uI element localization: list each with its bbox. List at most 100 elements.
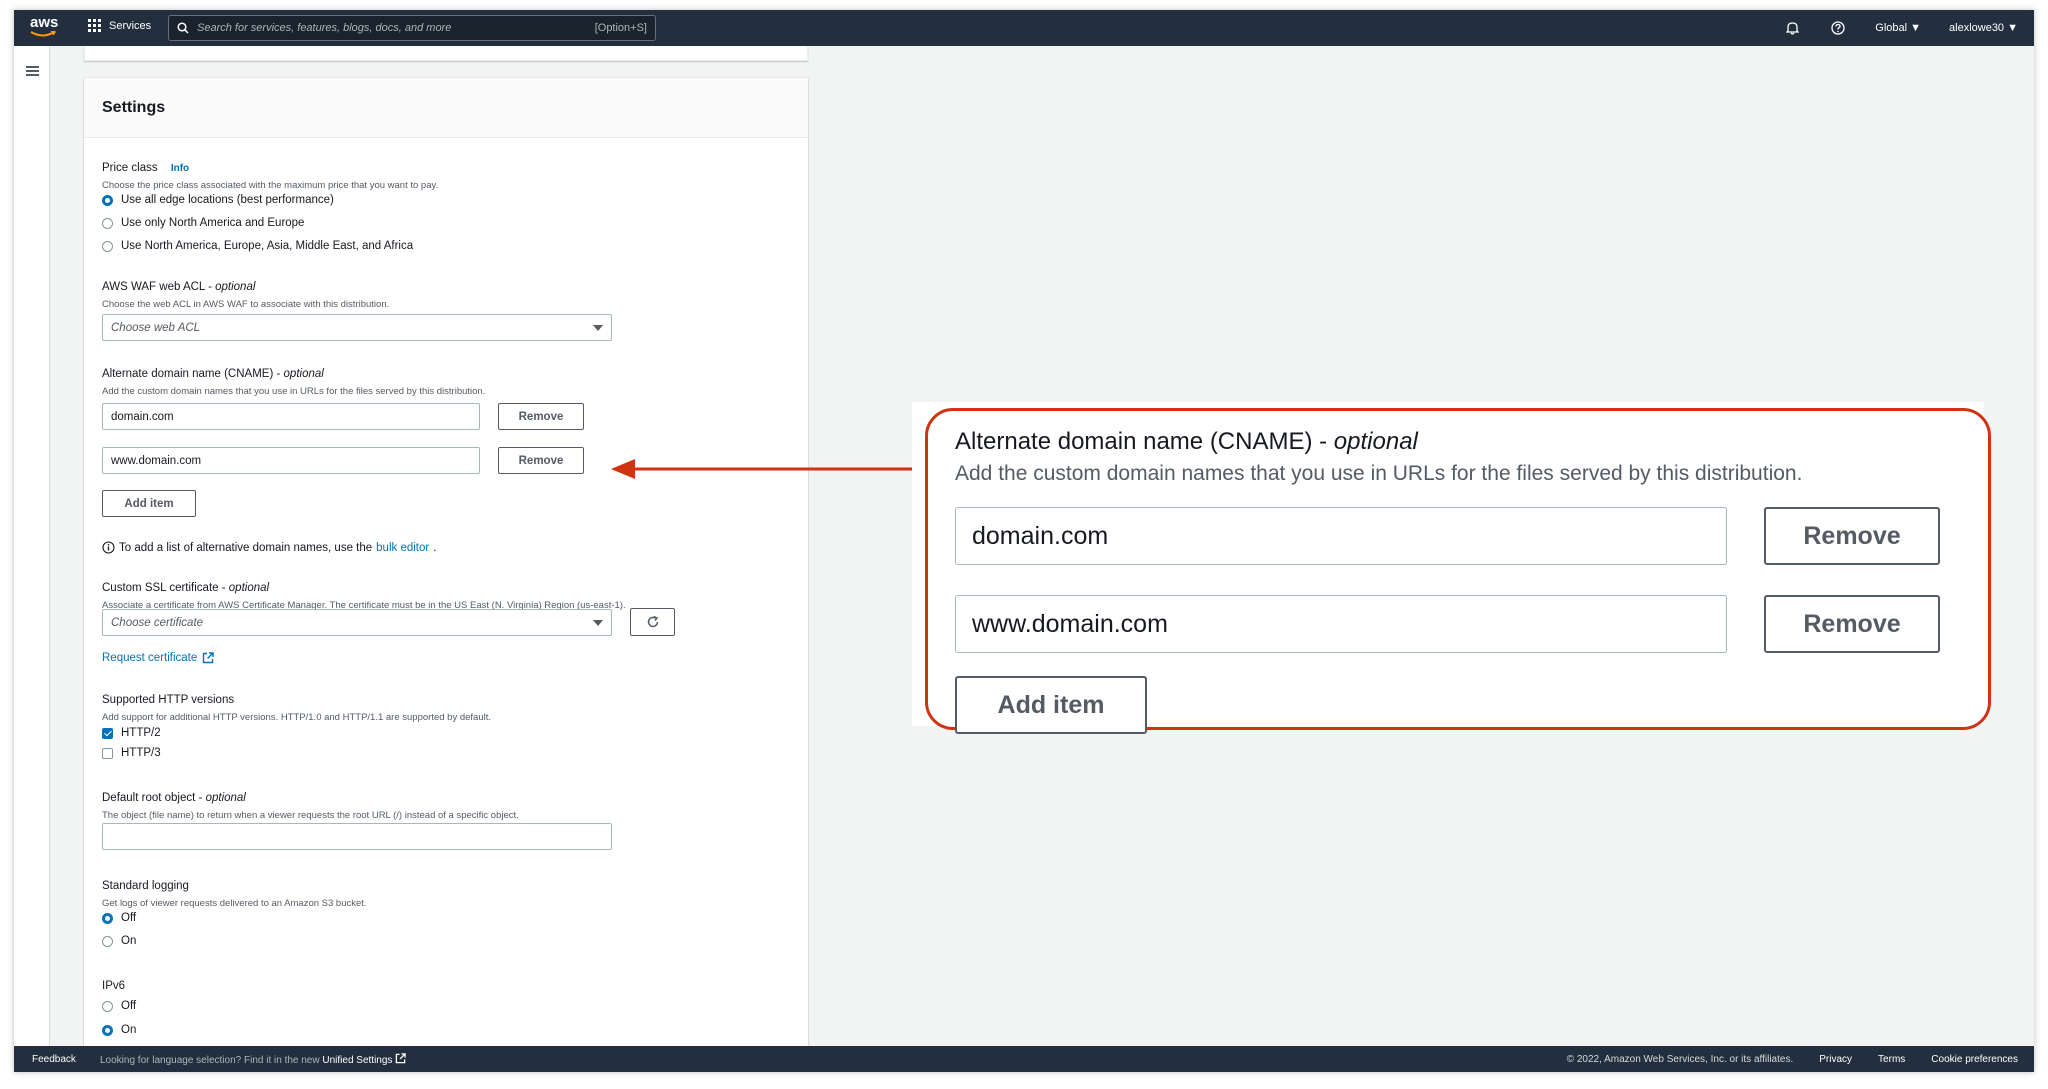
- callout-remove-button[interactable]: Remove: [1764, 595, 1940, 653]
- logging-option-label: Off: [121, 912, 137, 924]
- ssl-select[interactable]: Choose certificate: [102, 609, 612, 636]
- menu-icon[interactable]: [26, 66, 39, 76]
- side-navigation-rail: [14, 46, 50, 1056]
- http2-option[interactable]: HTTP/2: [102, 727, 161, 739]
- http-versions-description: Add support for additional HTTP versions…: [102, 712, 491, 723]
- footer-bar: Feedback Looking for language selection?…: [14, 1046, 2034, 1072]
- price-class-option-na-eu[interactable]: Use only North America and Europe: [102, 217, 304, 229]
- price-class-option-label: Use only North America and Europe: [121, 217, 305, 229]
- radio-button[interactable]: [102, 194, 113, 206]
- cname-bulk-note: To add a list of alternative domain name…: [102, 541, 436, 554]
- privacy-link[interactable]: Privacy: [1819, 1054, 1852, 1065]
- logging-label: Standard logging: [102, 880, 189, 892]
- callout-title-optional: optional: [1333, 428, 1418, 455]
- cname-input[interactable]: domain.com: [102, 403, 480, 430]
- cookie-preferences-link[interactable]: Cookie preferences: [1931, 1054, 2018, 1065]
- callout-add-item-button[interactable]: Add item: [955, 676, 1147, 734]
- price-class-info-link[interactable]: Info: [171, 163, 189, 174]
- refresh-icon: [647, 615, 658, 628]
- cname-remove-button[interactable]: Remove: [498, 447, 584, 474]
- http2-label: HTTP/2: [121, 727, 161, 739]
- cname-optional: optional: [283, 368, 324, 380]
- ipv6-option-off[interactable]: Off: [102, 1000, 136, 1012]
- radio-button[interactable]: [102, 1000, 113, 1012]
- ssl-refresh-button[interactable]: [630, 608, 675, 636]
- services-menu-button[interactable]: Services: [88, 19, 151, 32]
- help-icon[interactable]: [1829, 19, 1847, 37]
- language-notice: Looking for language selection? Find it …: [100, 1052, 406, 1066]
- waf-label-row: AWS WAF web ACL - optional: [102, 281, 256, 293]
- aws-smile-icon: [30, 31, 56, 37]
- cname-input[interactable]: www.domain.com: [102, 447, 480, 474]
- callout-arrow-icon: [611, 459, 929, 479]
- checkbox[interactable]: [102, 727, 113, 739]
- radio-button[interactable]: [102, 240, 113, 252]
- cname-zoom-callout: Alternate domain name (CNAME) - optional…: [925, 408, 1991, 734]
- grid-icon: [88, 19, 101, 32]
- callout-domain-input[interactable]: domain.com: [955, 507, 1727, 565]
- unified-settings-link[interactable]: Unified Settings: [322, 1055, 392, 1066]
- waf-select-placeholder: Choose web ACL: [111, 321, 201, 334]
- ipv6-option-on[interactable]: On: [102, 1024, 136, 1036]
- radio-button[interactable]: [102, 217, 113, 229]
- services-label: Services: [109, 19, 152, 32]
- root-object-input[interactable]: [102, 823, 612, 850]
- account-dropdown[interactable]: alexlowe30 ▼: [1949, 22, 2018, 34]
- caret-down-icon: [593, 619, 603, 626]
- request-certificate-row[interactable]: Request certificate: [102, 652, 214, 664]
- cname-label: Alternate domain name (CNAME): [102, 368, 274, 380]
- checkbox[interactable]: [102, 747, 113, 759]
- aws-logo[interactable]: aws: [30, 15, 60, 39]
- root-object-description: The object (file name) to return when a …: [102, 810, 519, 821]
- logging-option-on[interactable]: On: [102, 935, 136, 947]
- bulk-editor-link[interactable]: bulk editor: [376, 542, 429, 554]
- logging-description: Get logs of viewer requests delivered to…: [102, 898, 367, 909]
- root-object-optional: optional: [205, 792, 246, 804]
- previous-panel-edge: [84, 46, 808, 61]
- copyright-text: © 2022, Amazon Web Services, Inc. or its…: [1566, 1053, 1794, 1065]
- callout-title-label: Alternate domain name (CNAME): [955, 428, 1313, 455]
- callout-title: Alternate domain name (CNAME) - optional: [955, 428, 1418, 455]
- settings-title: Settings: [102, 98, 166, 116]
- http3-option[interactable]: HTTP/3: [102, 747, 161, 759]
- search-icon: [177, 22, 189, 34]
- radio-button[interactable]: [102, 935, 113, 947]
- external-link-icon: [395, 1052, 406, 1063]
- region-dropdown[interactable]: Global ▼: [1875, 22, 1921, 34]
- info-icon: [102, 541, 115, 554]
- price-class-option-label: Use North America, Europe, Asia, Middle …: [121, 240, 414, 252]
- ssl-optional: optional: [228, 582, 270, 594]
- ipv6-option-label: On: [121, 1024, 137, 1036]
- request-certificate-link[interactable]: Request certificate: [102, 652, 197, 664]
- terms-link[interactable]: Terms: [1878, 1054, 1905, 1065]
- aws-logo-text: aws: [30, 14, 59, 31]
- radio-button[interactable]: [102, 912, 113, 924]
- search-bar[interactable]: [Option+S]: [168, 15, 656, 41]
- search-input[interactable]: [197, 22, 595, 34]
- ssl-select-placeholder: Choose certificate: [111, 616, 204, 629]
- waf-select[interactable]: Choose web ACL: [102, 314, 612, 341]
- cname-description: Add the custom domain names that you use…: [102, 386, 486, 397]
- settings-panel-header: Settings: [84, 78, 808, 138]
- callout-remove-button[interactable]: Remove: [1764, 507, 1940, 565]
- top-navigation: aws Services [Option+S]: [14, 10, 2034, 46]
- callout-domain-input[interactable]: www.domain.com: [955, 595, 1727, 653]
- http-versions-label: Supported HTTP versions: [102, 694, 235, 706]
- cname-remove-button[interactable]: Remove: [498, 403, 584, 430]
- cname-add-item-button[interactable]: Add item: [102, 490, 196, 517]
- ipv6-label: IPv6: [102, 980, 126, 992]
- price-class-option-label: Use all edge locations (best performance…: [121, 194, 334, 206]
- feedback-link[interactable]: Feedback: [32, 1054, 76, 1065]
- radio-button[interactable]: [102, 1024, 113, 1036]
- nav-right-group: Global ▼ alexlowe30 ▼: [1783, 10, 2018, 46]
- http3-label: HTTP/3: [121, 747, 161, 759]
- callout-description: Add the custom domain names that you use…: [955, 462, 1803, 485]
- footer-right-links: © 2022, Amazon Web Services, Inc. or its…: [1567, 1054, 2018, 1065]
- bell-icon[interactable]: [1783, 19, 1801, 37]
- search-shortcut-hint: [Option+S]: [594, 22, 647, 34]
- logging-option-off[interactable]: Off: [102, 912, 136, 924]
- ssl-label-row: Custom SSL certificate - optional: [102, 582, 270, 594]
- price-class-label-row: Price class Info: [102, 162, 189, 174]
- price-class-option-na-eu-asia[interactable]: Use North America, Europe, Asia, Middle …: [102, 240, 413, 252]
- price-class-option-all[interactable]: Use all edge locations (best performance…: [102, 194, 334, 206]
